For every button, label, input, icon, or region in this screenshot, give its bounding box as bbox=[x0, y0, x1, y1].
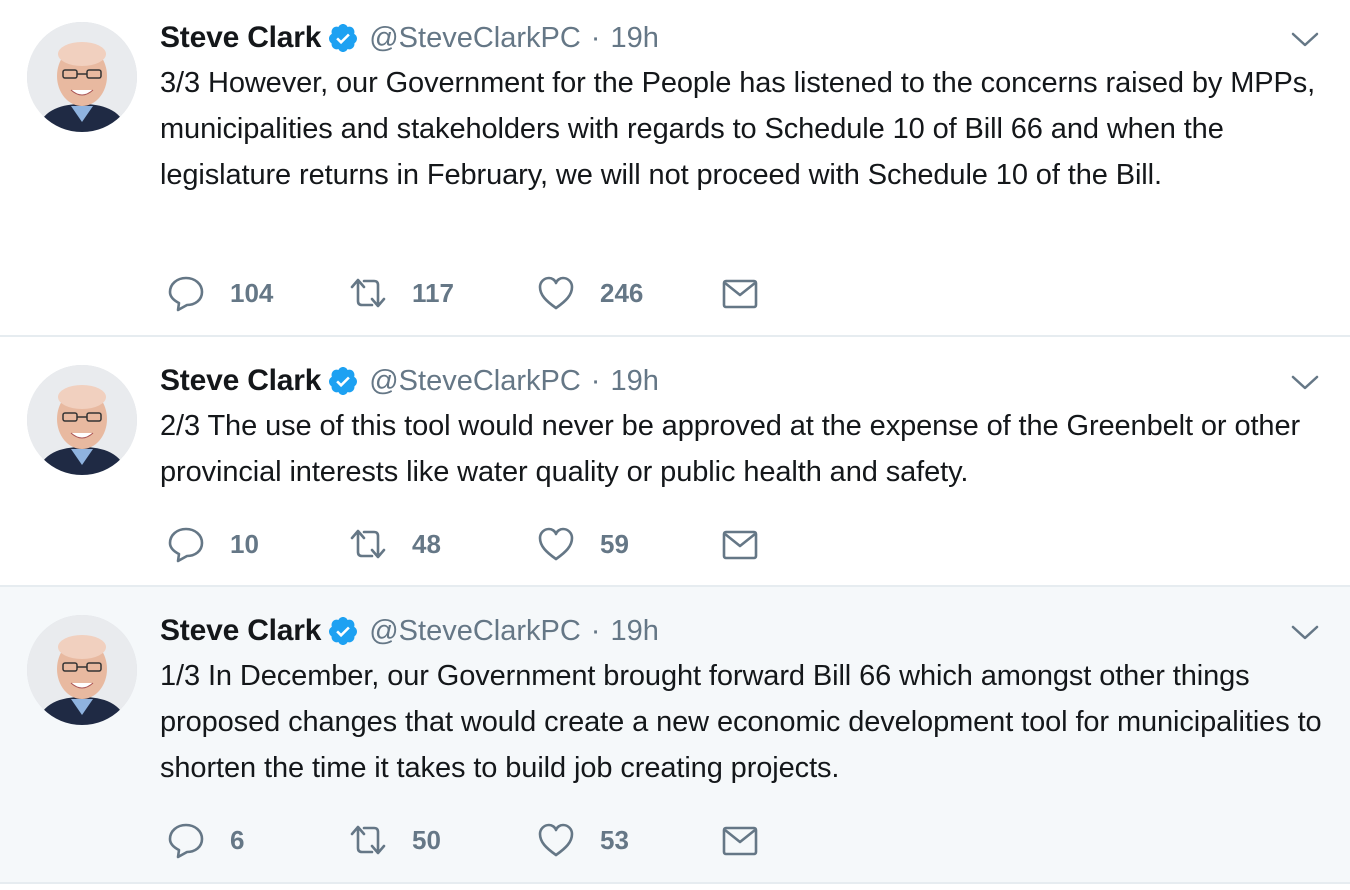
heart-outline-icon bbox=[536, 820, 576, 860]
display-name[interactable]: Steve Clark bbox=[160, 21, 321, 55]
tweet-header: Steve Clark @SteveClarkPC · 19h bbox=[160, 18, 659, 58]
tweet[interactable]: Steve Clark @SteveClarkPC · 19h 3/3 Howe… bbox=[0, 0, 1350, 337]
user-handle[interactable]: @SteveClarkPC bbox=[369, 22, 581, 55]
tweet-header: Steve Clark @SteveClarkPC · 19h bbox=[160, 361, 659, 401]
reply-button[interactable]: 104 bbox=[166, 273, 348, 313]
like-button[interactable]: 53 bbox=[536, 820, 720, 860]
heart-outline-icon bbox=[536, 524, 576, 564]
separator: · bbox=[590, 364, 601, 397]
reply-button[interactable]: 6 bbox=[166, 820, 348, 860]
envelope-icon bbox=[720, 273, 760, 313]
like-count: 59 bbox=[600, 528, 629, 559]
heart-outline-icon bbox=[536, 273, 576, 313]
retweet-count: 117 bbox=[412, 277, 454, 308]
tweet-actions: 104 117 246 bbox=[166, 273, 760, 313]
speech-bubble-icon bbox=[166, 524, 206, 564]
verified-badge-icon bbox=[327, 365, 359, 397]
reply-button[interactable]: 10 bbox=[166, 524, 348, 564]
tweet-text: 1/3 In December, our Government brought … bbox=[160, 660, 1322, 784]
display-name[interactable]: Steve Clark bbox=[160, 364, 321, 398]
like-count: 53 bbox=[600, 824, 629, 855]
direct-message-button[interactable] bbox=[720, 820, 760, 860]
speech-bubble-icon bbox=[166, 273, 206, 313]
reply-count: 104 bbox=[230, 277, 274, 308]
user-handle[interactable]: @SteveClarkPC bbox=[369, 615, 581, 648]
direct-message-button[interactable] bbox=[720, 524, 760, 564]
reply-count: 10 bbox=[230, 528, 259, 559]
avatar[interactable] bbox=[27, 22, 137, 132]
envelope-icon bbox=[720, 524, 760, 564]
timestamp[interactable]: 19h bbox=[610, 615, 658, 648]
retweet-button[interactable]: 50 bbox=[348, 820, 536, 860]
retweet-count: 48 bbox=[412, 528, 441, 559]
separator: · bbox=[590, 614, 601, 647]
retweet-button[interactable]: 48 bbox=[348, 524, 536, 564]
chevron-down-icon[interactable] bbox=[1290, 30, 1320, 50]
avatar[interactable] bbox=[27, 365, 137, 475]
direct-message-button[interactable] bbox=[720, 273, 760, 313]
tweet-text: 2/3 The use of this tool would never be … bbox=[160, 410, 1301, 488]
speech-bubble-icon bbox=[166, 820, 206, 860]
tweet-actions: 6 50 53 bbox=[166, 820, 760, 860]
retweet-arrows-icon bbox=[348, 820, 388, 860]
retweet-arrows-icon bbox=[348, 524, 388, 564]
like-button[interactable]: 246 bbox=[536, 273, 720, 313]
display-name[interactable]: Steve Clark bbox=[160, 614, 321, 648]
verified-badge-icon bbox=[327, 615, 359, 647]
tweet-header: Steve Clark @SteveClarkPC · 19h bbox=[160, 611, 659, 651]
retweet-arrows-icon bbox=[348, 273, 388, 313]
tweet-text: 3/3 However, our Government for the Peop… bbox=[160, 67, 1316, 191]
reply-count: 6 bbox=[230, 824, 245, 855]
tweet-actions: 10 48 59 bbox=[166, 524, 760, 564]
separator: · bbox=[590, 21, 601, 54]
retweet-button[interactable]: 117 bbox=[348, 273, 536, 313]
tweet[interactable]: Steve Clark @SteveClarkPC · 19h 1/3 In D… bbox=[0, 587, 1350, 884]
user-handle[interactable]: @SteveClarkPC bbox=[369, 365, 581, 398]
timestamp[interactable]: 19h bbox=[610, 365, 658, 398]
like-count: 246 bbox=[600, 277, 644, 308]
envelope-icon bbox=[720, 820, 760, 860]
tweet-feed: Steve Clark @SteveClarkPC · 19h 3/3 Howe… bbox=[0, 0, 1350, 890]
chevron-down-icon[interactable] bbox=[1290, 373, 1320, 393]
avatar[interactable] bbox=[27, 615, 137, 725]
timestamp[interactable]: 19h bbox=[610, 22, 658, 55]
retweet-count: 50 bbox=[412, 824, 441, 855]
tweet[interactable]: Steve Clark @SteveClarkPC · 19h 2/3 The … bbox=[0, 337, 1350, 587]
like-button[interactable]: 59 bbox=[536, 524, 720, 564]
chevron-down-icon[interactable] bbox=[1290, 623, 1320, 643]
verified-badge-icon bbox=[327, 22, 359, 54]
